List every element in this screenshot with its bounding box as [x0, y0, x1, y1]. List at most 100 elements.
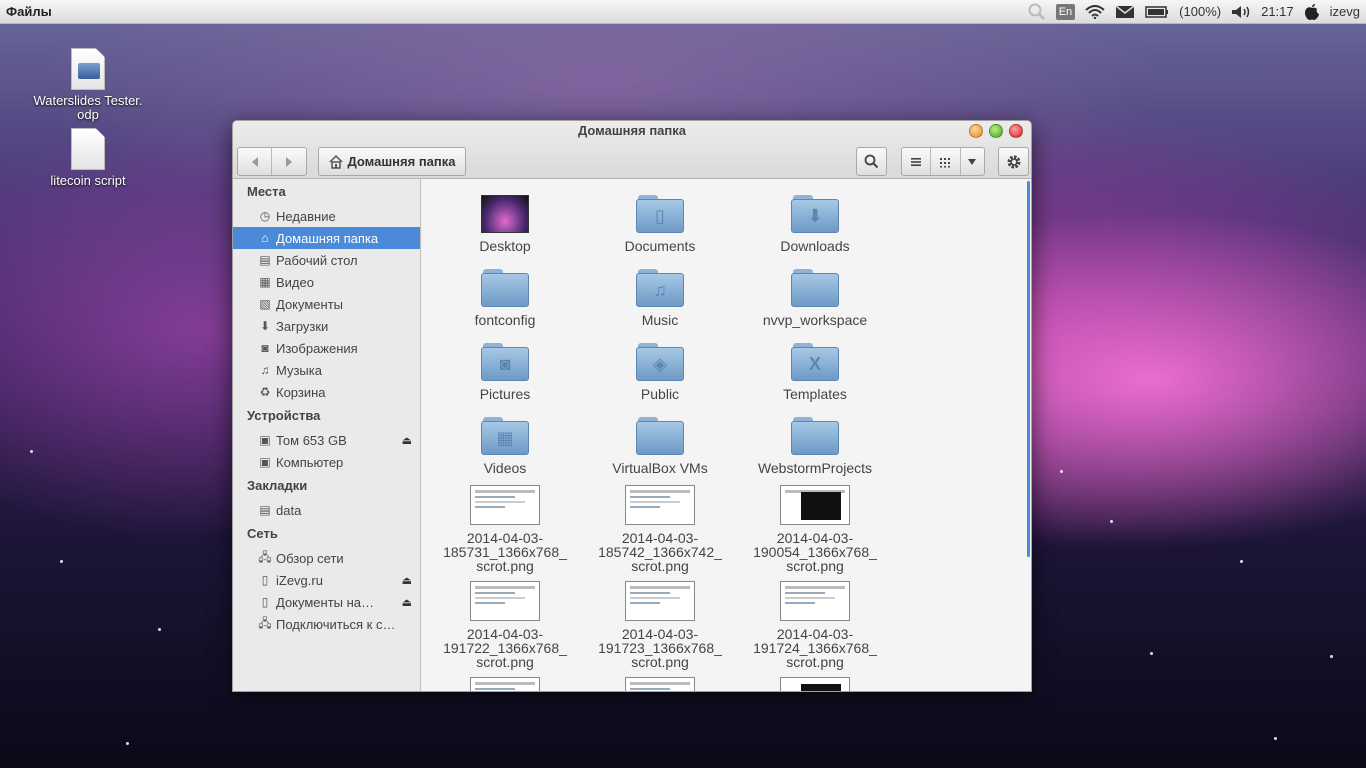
sidebar-item-label: Недавние [276, 208, 336, 224]
titlebar[interactable]: Домашняя папка Домашняя папка [233, 121, 1031, 179]
list-view-button[interactable] [902, 148, 932, 175]
eject-icon[interactable]: ⏏ [402, 434, 412, 447]
file-name: VirtualBox VMs [612, 460, 708, 476]
file-item-fontconfig[interactable]: fontconfig [435, 269, 575, 327]
search-icon [864, 154, 879, 169]
image-thumbnail-icon [780, 677, 850, 691]
user-name[interactable]: izevg [1330, 4, 1360, 19]
sidebar-item-videos[interactable]: ▦ Видео [233, 271, 420, 293]
view-options-button[interactable] [961, 148, 984, 175]
grid-view-button[interactable] [931, 148, 961, 175]
image-thumbnail-icon [780, 485, 850, 525]
app-menu[interactable]: Файлы [6, 4, 52, 19]
file-item-screenshot[interactable]: 2014-04-03- 190054_1366x768_ scrot.png [745, 485, 885, 573]
sidebar-item-pictures[interactable]: ◙ Изображения [233, 337, 420, 359]
clock-icon: ◷ [259, 209, 271, 223]
file-item-screenshot[interactable]: 2014-04-03- 191722_1366x768_ scrot.png [435, 581, 575, 669]
file-item-screenshot[interactable]: 2014-04-03- 191723_1366x768_ scrot.png [590, 581, 730, 669]
battery-percent: (100%) [1179, 4, 1222, 19]
panel-indicators: En (100%) 21:17 izevg [1028, 0, 1360, 24]
sidebar-item-recent[interactable]: ◷ Недавние [233, 205, 420, 227]
nav-buttons [237, 147, 307, 176]
file-item-pictures[interactable]: ◙ Pictures [435, 343, 575, 401]
file-item-screenshot-partial[interactable] [745, 677, 885, 691]
volume-icon[interactable] [1231, 5, 1251, 19]
file-item-public[interactable]: ◈ Public [590, 343, 730, 401]
maximize-button[interactable] [989, 124, 1003, 138]
mail-icon[interactable] [1115, 4, 1135, 19]
clock[interactable]: 21:17 [1261, 4, 1294, 19]
window-buttons [969, 124, 1023, 138]
document-icon: ▧ [259, 297, 271, 311]
desktop-file-waterslides[interactable]: Waterslides Tester. odp [23, 48, 153, 122]
sidebar-item-label: Документы на… [276, 594, 375, 610]
location-button[interactable]: Домашняя папка [318, 147, 466, 176]
star [1060, 470, 1063, 473]
keyboard-layout[interactable]: En [1055, 3, 1076, 20]
file-item-documents[interactable]: ▯ Documents [590, 195, 730, 253]
sidebar-item-label: Обзор сети [276, 550, 344, 566]
file-item-screenshot-partial[interactable] [590, 677, 730, 691]
sidebar-item-computer[interactable]: ▣ Компьютер [233, 451, 420, 473]
sidebar-item-label: Рабочий стол [276, 252, 358, 268]
camera-icon: ◙ [261, 341, 269, 355]
desktop-file-litecoin[interactable]: litecoin script [23, 128, 153, 188]
sidebar-item-home[interactable]: ⌂ Домашняя папка [233, 227, 420, 249]
sidebar: Места ◷ Недавние ⌂ Домашняя папка ▤ Рабочий… [233, 179, 421, 691]
file-name-line: scrot.png [476, 558, 534, 574]
sidebar-item-documents[interactable]: ▧ Документы [233, 293, 420, 315]
file-item-music[interactable]: ♫ Music [590, 269, 730, 327]
phone-icon: ▯ [261, 573, 269, 587]
image-thumbnail-icon [470, 485, 540, 525]
forward-button[interactable] [272, 148, 306, 175]
sidebar-item-browse-network[interactable]: 🖧 Обзор сети [233, 547, 420, 569]
eject-icon[interactable]: ⏏ [402, 574, 412, 587]
desktop-file-label: Waterslides Tester. [33, 93, 143, 108]
music-note-icon: ♫ [260, 363, 270, 377]
search-icon[interactable] [1028, 3, 1046, 21]
sidebar-item-music[interactable]: ♫ Музыка [233, 359, 420, 381]
file-name-line: scrot.png [786, 654, 844, 670]
sidebar-item-trash[interactable]: ♻ Корзина [233, 381, 420, 403]
file-item-desktop[interactable]: Desktop [435, 195, 575, 253]
file-item-downloads[interactable]: ⬇ Downloads [745, 195, 885, 253]
file-item-screenshot-partial[interactable] [435, 677, 575, 691]
scrollbar[interactable] [1027, 181, 1030, 557]
file-name: Public [640, 386, 680, 402]
file-item-screenshot[interactable]: 2014-04-03- 185742_1366x742_ scrot.png [590, 485, 730, 573]
desktop-file-label: litecoin script [50, 173, 126, 188]
apple-icon[interactable] [1304, 3, 1320, 21]
back-button[interactable] [238, 148, 273, 175]
settings-button[interactable] [998, 147, 1029, 176]
sidebar-item-connect-server[interactable]: 🖧 Подключиться к с… [233, 613, 420, 635]
close-button[interactable] [1009, 124, 1023, 138]
star [60, 560, 63, 563]
file-item-nvvp-workspace[interactable]: nvvp_workspace [745, 269, 885, 327]
sidebar-item-izevg[interactable]: ▯ iZevg.ru ⏏ [233, 569, 420, 591]
file-item-screenshot[interactable]: 2014-04-03- 185731_1366x768_ scrot.png [435, 485, 575, 573]
image-thumbnail-icon [470, 677, 540, 691]
file-name-line: 185731_1366x768_ [443, 544, 567, 560]
sidebar-item-volume[interactable]: ▣ Том 653 GB ⏏ [233, 429, 420, 451]
sidebar-heading-places: Места [247, 184, 286, 199]
sidebar-item-bookmark-data[interactable]: ▤ data [233, 499, 420, 521]
drive-icon: ▣ [259, 455, 271, 469]
eject-icon[interactable]: ⏏ [402, 596, 412, 609]
file-name-line: scrot.png [476, 654, 534, 670]
sidebar-item-network-docs[interactable]: ▯ Документы на… ⏏ [233, 591, 420, 613]
minimize-button[interactable] [969, 124, 983, 138]
folder-icon [636, 417, 684, 455]
file-item-screenshot[interactable]: 2014-04-03- 191724_1366x768_ scrot.png [745, 581, 885, 669]
file-item-webstorm-projects[interactable]: WebstormProjects [745, 417, 885, 475]
sidebar-item-downloads[interactable]: ⬇ Загрузки [233, 315, 420, 337]
drive-icon: ▤ [259, 503, 271, 517]
search-button[interactable] [856, 147, 887, 176]
file-item-videos[interactable]: ▦ Videos [435, 417, 575, 475]
battery-icon[interactable] [1145, 5, 1169, 19]
wifi-icon[interactable] [1085, 4, 1105, 19]
sidebar-item-desktop[interactable]: ▤ Рабочий стол [233, 249, 420, 271]
window-title: Домашняя папка [577, 123, 686, 138]
file-item-templates[interactable]: X Templates [745, 343, 885, 401]
file-item-virtualbox-vms[interactable]: VirtualBox VMs [590, 417, 730, 475]
list-view-icon [911, 157, 922, 166]
